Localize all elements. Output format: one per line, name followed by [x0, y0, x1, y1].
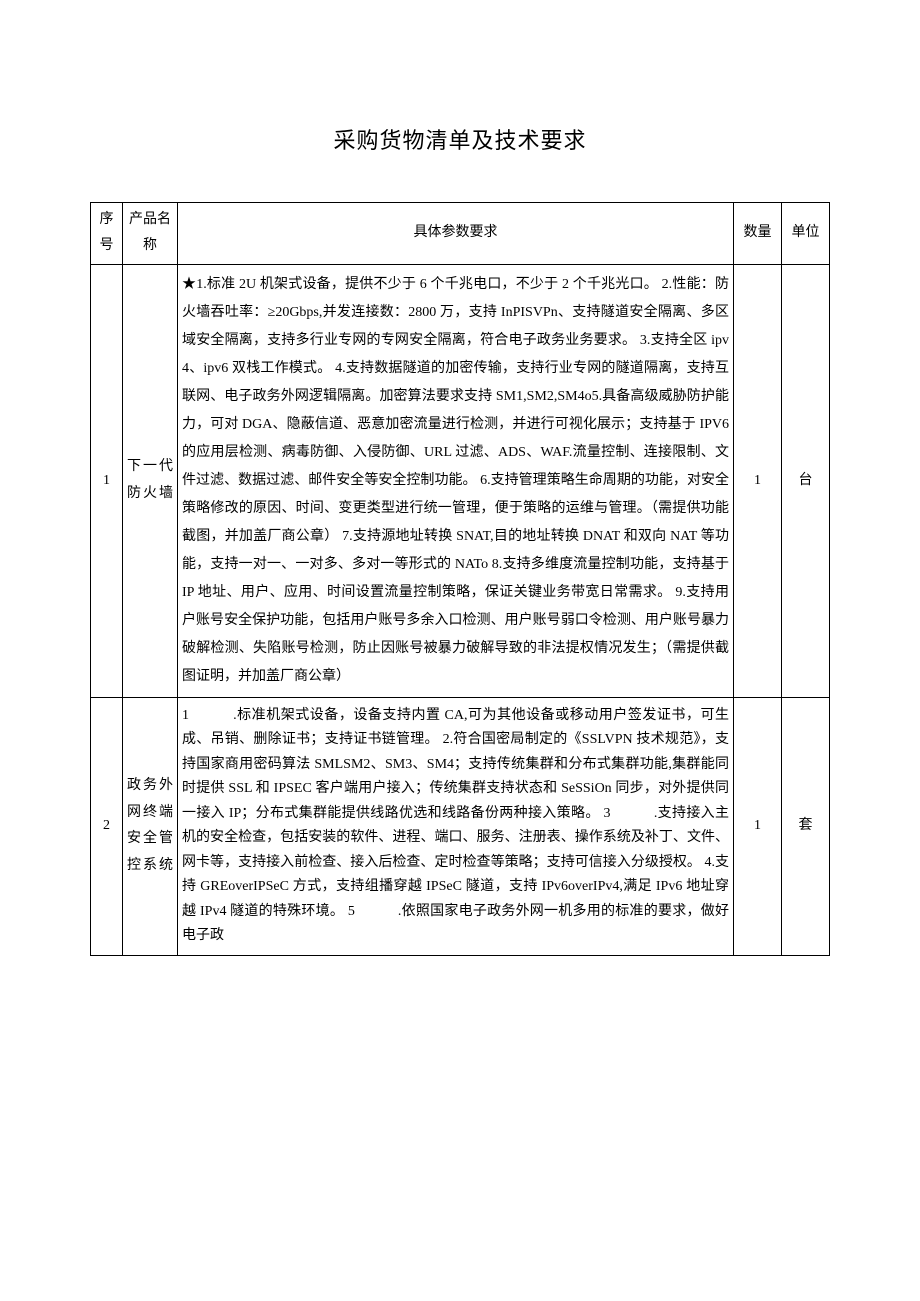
- th-seq: 序号: [91, 202, 123, 264]
- page-title: 采购货物清单及技术要求: [90, 120, 830, 162]
- cell-spec: 1 .标准机架式设备，设备支持内置 CA,可为其他设备或移动用户签发证书，可生成…: [178, 697, 734, 955]
- cell-unit: 台: [782, 264, 830, 697]
- cell-qty: 1: [734, 264, 782, 697]
- cell-spec: ★1.标准 2U 机架式设备，提供不少于 6 个千兆电口，不少于 2 个千兆光口…: [178, 264, 734, 697]
- th-unit: 单位: [782, 202, 830, 264]
- cell-unit: 套: [782, 697, 830, 955]
- th-qty: 数量: [734, 202, 782, 264]
- table-row: 2 政务外网终端安全管控系统 1 .标准机架式设备，设备支持内置 CA,可为其他…: [91, 697, 830, 955]
- cell-seq: 1: [91, 264, 123, 697]
- spec-table: 序号 产品名称 具体参数要求 数量 单位 1 下一代防火墙 ★1.标准 2U 机…: [90, 202, 830, 956]
- cell-seq: 2: [91, 697, 123, 955]
- table-row: 1 下一代防火墙 ★1.标准 2U 机架式设备，提供不少于 6 个千兆电口，不少…: [91, 264, 830, 697]
- table-header-row: 序号 产品名称 具体参数要求 数量 单位: [91, 202, 830, 264]
- th-name: 产品名称: [123, 202, 178, 264]
- cell-qty: 1: [734, 697, 782, 955]
- cell-name: 政务外网终端安全管控系统: [123, 697, 178, 955]
- cell-name: 下一代防火墙: [123, 264, 178, 697]
- th-spec: 具体参数要求: [178, 202, 734, 264]
